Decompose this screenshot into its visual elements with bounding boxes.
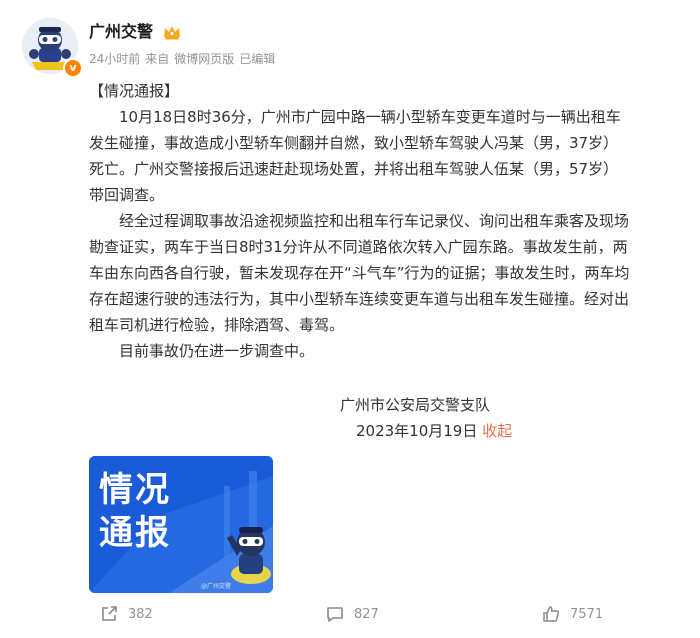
source-name[interactable]: 微博网页版 xyxy=(174,52,234,66)
image-watermark: @广州交警 xyxy=(201,583,232,590)
verified-badge-icon: v xyxy=(63,58,83,78)
author-name[interactable]: 广州交警 xyxy=(89,21,153,43)
comment-button[interactable]: 827 xyxy=(326,600,379,628)
like-button[interactable]: 7571 xyxy=(542,600,603,628)
paragraph-2-line-4: 存在超速行驶的违法行为，其中小型轿车连续变更车道与出租车发生碰撞。经对出 xyxy=(89,290,630,308)
post-body: 【情况通报】 10月18日8时36分，广州市广园中路一辆小型轿车变更车道时与一辆… xyxy=(89,78,689,364)
repost-count: 382 xyxy=(128,606,153,622)
repost-button[interactable]: 382 xyxy=(100,600,153,628)
comment-icon xyxy=(327,607,343,622)
image-title-line-1: 情况 xyxy=(99,470,171,510)
weibo-post-card: v 广州交警 24小时前 来自 微博网页版 已编辑 【情况通报】 10月18日8时36… xyxy=(0,0,700,638)
post-image-thumbnail[interactable]: 情况 通报 @广州交警 xyxy=(89,456,273,593)
paragraph-2-line-2: 勘查证实，两车于当日8时31分许从不同道路依次转入广园东路。事故发生前，两 xyxy=(89,238,628,256)
paragraph-1-line-1: 10月18日8时36分，广州市广园中路一辆小型轿车变更车道时与一辆出租车 xyxy=(119,108,621,126)
repost-icon xyxy=(102,606,117,621)
action-bar: 382 827 7571 xyxy=(0,600,700,628)
signature-org: 广州市公安局交警支队 xyxy=(340,396,491,414)
post-time[interactable]: 24小时前 xyxy=(89,52,140,66)
paragraph-2-line-1: 经全过程调取事故沿途视频监控和出租车行车记录仪、询问出租车乘客及现场 xyxy=(119,212,630,230)
paragraph-1-line-4: 带回调查。 xyxy=(89,186,165,204)
post-heading: 【情况通报】 xyxy=(89,82,180,100)
signature-date: 2023年10月19日 xyxy=(356,422,478,440)
paragraph-2-line-3: 车由东向西各自行驶，暂未发现存在开“斗气车”行为的证据；事故发生时，两车均 xyxy=(89,264,630,282)
collapse-link[interactable]: 收起 xyxy=(482,422,512,440)
paragraph-1-line-3: 死亡。广州交警接报后迅速赶赴现场处置，并将出租车驾驶人伍某（男，57岁） xyxy=(89,160,619,178)
edited-label[interactable]: 已编辑 xyxy=(239,52,275,66)
like-count: 7571 xyxy=(570,606,604,622)
crown-icon[interactable] xyxy=(162,22,182,42)
paragraph-2-line-5: 租车司机进行检验，排除酒驾、毒驾。 xyxy=(89,316,345,334)
post-meta: 24小时前 来自 微博网页版 已编辑 xyxy=(89,51,280,67)
like-icon xyxy=(543,606,560,622)
paragraph-1-line-2: 发生碰撞，事故造成小型轿车侧翻并自燃，致小型轿车驾驶人冯某（男，37岁） xyxy=(89,134,619,152)
source-prefix: 来自 xyxy=(145,52,170,66)
comment-count: 827 xyxy=(354,606,379,622)
image-title-line-2: 通报 xyxy=(99,513,171,553)
signature-date-row: 2023年10月19日 收起 xyxy=(356,420,512,442)
paragraph-3: 目前事故仍在进一步调查中。 xyxy=(119,342,315,360)
